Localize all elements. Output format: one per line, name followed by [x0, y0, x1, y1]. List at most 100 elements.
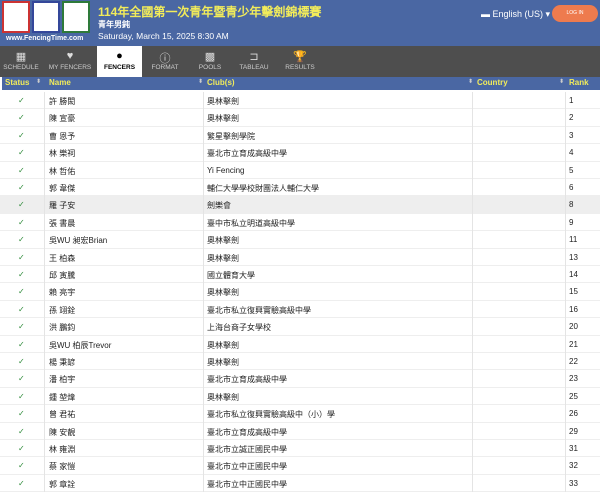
login-button[interactable]: LOG IN [552, 5, 598, 22]
checkmark-icon: ✓ [18, 148, 25, 158]
table-row[interactable]: ✓ 吳WU 柏辰Trevor 奧林擊劍 21 [0, 335, 600, 353]
table-row[interactable]: ✓ 張 書晨 臺中市私立明道高級中學 9 [0, 213, 600, 232]
column-rank[interactable]: Rank [569, 78, 589, 87]
table-row[interactable]: ✓ 孫 翊銓 臺北市私立復興實驗高級中學 16 [0, 300, 600, 319]
fencer-name: 林 樂祠 [49, 149, 76, 159]
fencer-rank: 8 [569, 200, 574, 210]
fencer-rank: 11 [569, 235, 578, 245]
sort-icon[interactable]: ⬍ [36, 78, 41, 85]
table-row[interactable]: ✓ 邱 寅騰 國立體育大學 14 [0, 266, 600, 284]
table-row[interactable]: ✓ 林 雍淵 臺北市立誠正國民中學 31 [0, 440, 600, 458]
checkmark-icon: ✓ [18, 391, 25, 401]
event-date: Saturday, March 15, 2025 8:30 AM [98, 31, 229, 41]
checkmark-icon: ✓ [18, 200, 25, 210]
tab-schedule[interactable]: ▦ SCHEDULE [0, 46, 42, 77]
table-row[interactable]: ✓ 林 哲佑 Yi Fencing 5 [0, 161, 600, 179]
checkmark-icon: ✓ [18, 113, 25, 123]
table-row[interactable]: ✓ 曹 恩予 繁星擊劍學院 3 [0, 126, 600, 145]
grid-icon: ▩ [204, 51, 216, 63]
fencer-club: 臺北市私立復興實驗高級中學 [207, 305, 311, 315]
fencer-club: 奧林擊劍 [207, 340, 239, 350]
table-row[interactable]: ✓ 陳 宣豪 奧林擊劍 2 [0, 109, 600, 127]
tab-label: TABLEAU [239, 64, 269, 71]
tab-pools[interactable]: ▩ POOLS [190, 46, 230, 77]
checkmark-icon: ✓ [18, 165, 25, 175]
fencer-name: 吳WU 柏辰Trevor [49, 340, 112, 350]
table-row[interactable]: ✓ 許 勝閎 奧林擊劍 1 [0, 92, 600, 110]
checkmark-icon: ✓ [18, 183, 25, 192]
bracket-icon: ⊐ [249, 51, 259, 63]
fencer-rank: 13 [569, 252, 578, 262]
column-status[interactable]: Status [5, 78, 29, 87]
fencer-club: 奧林擊劍 [207, 358, 239, 367]
fencer-club: 臺北市立中正國民中學 [207, 462, 287, 472]
tab-label: RESULTS [285, 64, 315, 71]
tab-label: FORMAT [151, 64, 179, 71]
fencer-rank: 26 [569, 409, 578, 419]
fencer-rank: 29 [569, 426, 578, 436]
tab-tableau[interactable]: ⊐ TABLEAU [234, 46, 274, 77]
language-selector[interactable]: ▬ English (US) ▾ [481, 9, 550, 20]
fencer-rank: 15 [569, 287, 578, 297]
checkmark-icon: ✓ [18, 252, 25, 262]
column-club[interactable]: Club(s) [207, 78, 235, 87]
fencer-club: 輔仁大學學校財團法人輔仁大學 [207, 184, 319, 193]
fencer-club: 國立體育大學 [207, 271, 255, 280]
checkmark-icon: ✓ [18, 461, 25, 471]
tab-results[interactable]: 🏆 RESULTS [280, 46, 320, 77]
table-row[interactable]: ✓ 林 樂祠 臺北市立育成高級中學 4 [0, 144, 600, 162]
table-row[interactable]: ✓ 蔡 家愷 臺北市立中正國民中學 32 [0, 457, 600, 475]
fencer-club: 奧林擊劍 [207, 236, 239, 246]
checkmark-icon: ✓ [18, 270, 25, 279]
checkmark-icon: ✓ [18, 96, 25, 105]
checkmark-icon: ✓ [18, 322, 25, 332]
sort-icon[interactable]: ⬍ [559, 78, 564, 85]
tab-format[interactable]: ⓘ FORMAT [144, 46, 186, 77]
fencingtime-logo[interactable]: www.FencingTime.com [0, 0, 92, 46]
checkmark-icon: ✓ [18, 217, 25, 227]
tab-label: FENCERS [103, 64, 136, 71]
checkmark-icon: ✓ [18, 287, 25, 297]
language-label: English (US) [492, 9, 544, 19]
fencer-rank: 16 [569, 304, 578, 314]
tab-my-fencers[interactable]: ♥ MY FENCERS [44, 46, 96, 77]
tab-fencers[interactable]: ● FENCERS [97, 46, 142, 77]
fencer-rank: 22 [569, 357, 578, 366]
table-row[interactable]: ✓ 郭 章詮 臺北市立中正國民中學 33 [0, 474, 600, 493]
table-row[interactable]: ✓ 羅 子安 劍樂會 8 [0, 196, 600, 214]
table-row[interactable]: ✓ 陳 安靚 臺北市立育成高級中學 29 [0, 422, 600, 440]
sort-icon[interactable]: ⬍ [468, 78, 473, 85]
column-name[interactable]: Name [49, 78, 71, 87]
fencer-name: 孫 翊銓 [49, 305, 76, 315]
trophy-icon: 🏆 [293, 51, 307, 63]
table-row[interactable]: ✓ 王 柏森 奧林擊劍 13 [0, 248, 600, 266]
nav-tabs: ▦ SCHEDULE ♥ MY FENCERS ● FENCERS ⓘ FORMAT ▩… [0, 46, 600, 77]
table-row[interactable]: ✓ 楊 秉諺 奧林擊劍 22 [0, 353, 600, 371]
checkmark-icon: ✓ [18, 130, 25, 140]
fencer-club: 繁星擊劍學院 [207, 131, 255, 141]
fencer-club: 奧林擊劍 [207, 392, 239, 402]
fencer-name: 鍾 堃煒 [49, 392, 76, 402]
sort-icon[interactable]: ⬍ [198, 78, 203, 85]
fencer-rank: 3 [569, 130, 574, 140]
table-row[interactable]: ✓ 洪 鵬鈞 上海台商子女學校 20 [0, 318, 600, 336]
fencer-rank: 2 [569, 113, 574, 123]
fencer-rank: 14 [569, 270, 578, 279]
table-row[interactable]: ✓ 鍾 堃煒 奧林擊劍 25 [0, 387, 600, 406]
fencer-club: 臺北市私立復興實驗高級中（小）學 [207, 410, 335, 420]
fencer-name: 吳WU 昶宏Brian [49, 236, 108, 246]
event-header: www.FencingTime.com 114年全國第一次青年暨青少年擊劍錦標賽… [0, 0, 600, 46]
table-row[interactable]: ✓ 曾 君祐 臺北市私立復興實驗高級中（小）學 26 [0, 405, 600, 423]
table-row[interactable]: ✓ 潘 柏宇 臺北市立育成高級中學 23 [0, 370, 600, 388]
checkmark-icon: ✓ [18, 444, 25, 453]
column-country[interactable]: Country [477, 78, 508, 87]
table-row[interactable]: ✓ 郭 韋傑 輔仁大學學校財團法人輔仁大學 6 [0, 179, 600, 197]
fencer-club: 臺北市立誠正國民中學 [207, 445, 287, 454]
table-row[interactable]: ✓ 吳WU 昶宏Brian 奧林擊劍 11 [0, 231, 600, 249]
fencer-club: 臺北市立育成高級中學 [207, 375, 287, 385]
checkmark-icon: ✓ [18, 374, 25, 384]
fencer-rank: 31 [569, 444, 578, 453]
fencer-club: 劍樂會 [207, 201, 231, 211]
table-row[interactable]: ✓ 賴 亮宇 奧林擊劍 15 [0, 283, 600, 301]
fencer-rank: 1 [569, 96, 574, 105]
